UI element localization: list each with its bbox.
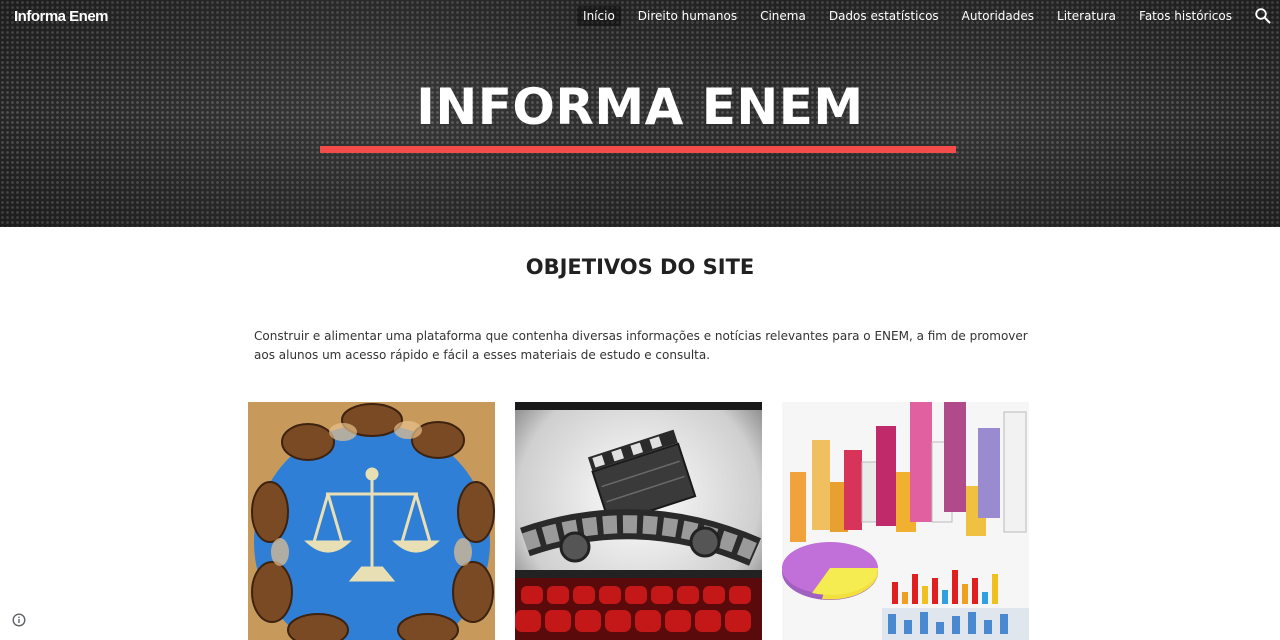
search-icon[interactable] bbox=[1254, 7, 1272, 25]
main-nav: Início Direito humanos Cinema Dados esta… bbox=[566, 6, 1238, 26]
nav-item-inicio[interactable]: Início bbox=[577, 6, 621, 26]
nav-item-fatos-historicos[interactable]: Fatos históricos bbox=[1133, 6, 1238, 26]
info-icon[interactable] bbox=[12, 612, 26, 627]
hero-underline bbox=[320, 146, 956, 153]
human-rights-image[interactable] bbox=[248, 402, 495, 640]
nav-item-cinema[interactable]: Cinema bbox=[754, 6, 812, 26]
site-logo[interactable]: Informa Enem bbox=[14, 8, 109, 25]
hero-banner: Informa Enem Início Direito humanos Cine… bbox=[0, 0, 1280, 227]
nav-item-dados-estatisticos[interactable]: Dados estatísticos bbox=[823, 6, 945, 26]
nav-item-literatura[interactable]: Literatura bbox=[1051, 6, 1122, 26]
cinema-image[interactable] bbox=[515, 402, 762, 640]
section-heading: OBJETIVOS DO SITE bbox=[525, 255, 755, 279]
nav-item-autoridades[interactable]: Autoridades bbox=[956, 6, 1040, 26]
statistics-image[interactable] bbox=[782, 402, 1029, 640]
objectives-text: Construir e alimentar uma plataforma que… bbox=[254, 329, 1028, 362]
nav-item-direito-humanos[interactable]: Direito humanos bbox=[632, 6, 743, 26]
hero-title: INFORMA ENEM bbox=[416, 78, 864, 136]
